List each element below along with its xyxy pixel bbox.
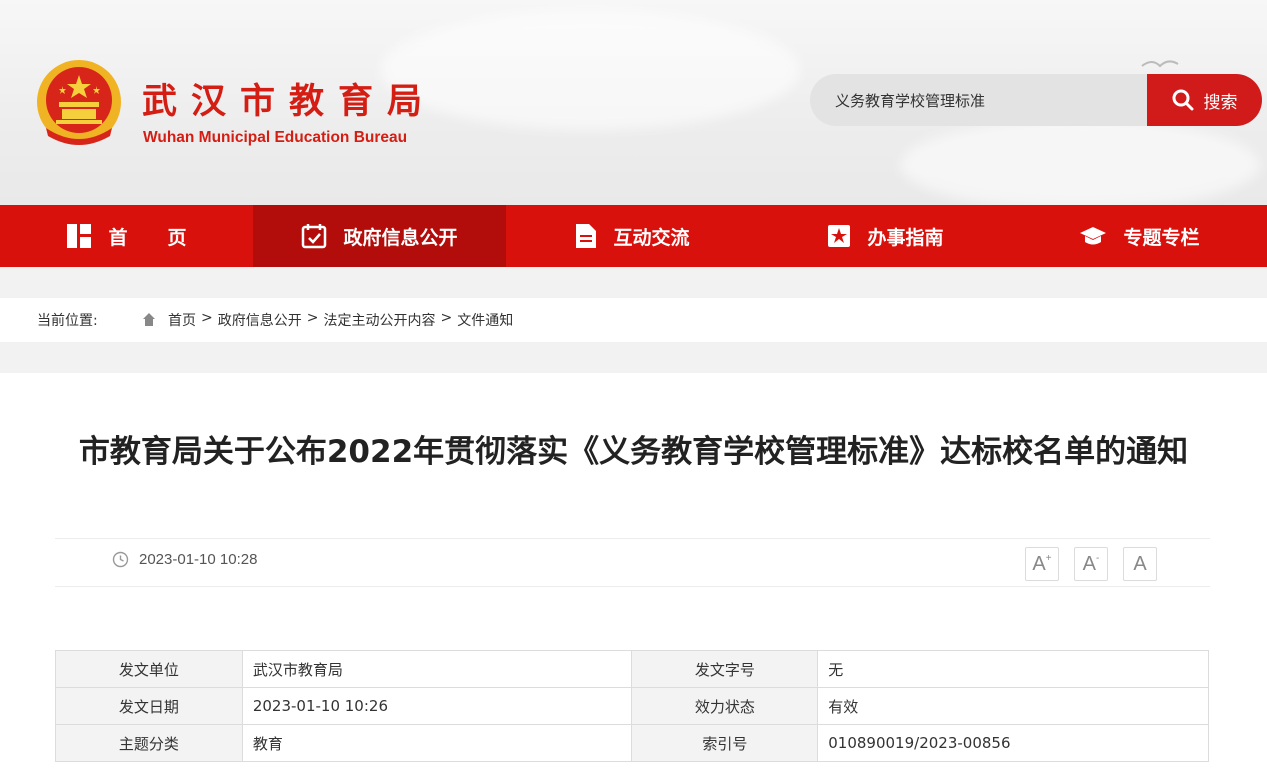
clock-icon (112, 551, 129, 568)
search-input[interactable] (810, 74, 1147, 126)
breadcrumb-link-gov-info[interactable]: 政府信息公开 (218, 310, 302, 330)
article: 市教育局关于公布2022年贯彻落实《义务教育学校管理标准》达标校名单的通知 20… (0, 373, 1267, 780)
info-key: 发文字号 (631, 650, 819, 688)
table-row: 发文日期 2023-01-10 10:26 效力状态 有效 (55, 687, 1209, 725)
nav-item-label: 政府信息公开 (343, 226, 458, 249)
article-title: 市教育局关于公布2022年贯彻落实《义务教育学校管理标准》达标校名单的通知 (78, 434, 1189, 470)
breadcrumb: 当前位置: 首页 > 政府信息公开 > 法定主动公开内容 > 文件通知 (0, 298, 1267, 342)
search-box: 搜索 (810, 74, 1262, 126)
nav-item-service-guide[interactable]: 办事指南 (759, 205, 1012, 267)
plus-icon: + (1045, 552, 1052, 564)
site-logo-chinese[interactable]: 武汉市教育局 (142, 73, 436, 124)
article-meta-bar: 2023-01-10 10:28 A + A- A (55, 538, 1210, 587)
background-cloud (900, 120, 1260, 205)
font-decrease-label: A (1082, 552, 1096, 575)
info-value: 无 (817, 650, 1209, 688)
table-row: 发文单位 武汉市教育局 发文字号 无 (55, 650, 1209, 688)
document-icon (576, 224, 597, 248)
search-button-label: 搜索 (1203, 92, 1238, 113)
info-key: 效力状态 (631, 687, 819, 725)
graduation-cap-icon (1080, 227, 1107, 245)
font-decrease-button[interactable]: A- (1074, 547, 1108, 581)
info-value: 武汉市教育局 (241, 650, 633, 688)
breadcrumb-separator: > (201, 310, 213, 326)
info-value: 有效 (817, 687, 1209, 725)
site-logo-english: Wuhan Municipal Education Bureau (143, 129, 408, 146)
info-value: 2023-01-10 10:26 (241, 687, 633, 725)
font-reset-label: A (1133, 552, 1147, 575)
document-info-table: 发文单位 武汉市教育局 发文字号 无 发文日期 2023-01-10 10:26… (55, 650, 1209, 762)
bird-decoration-icon (1141, 60, 1179, 68)
nav-item-label: 首页 (108, 226, 227, 249)
table-row: 主题分类 教育 索引号 010890019/2023-00856 (55, 724, 1209, 762)
nav-item-label: 互动交流 (613, 226, 690, 249)
search-icon (1172, 89, 1193, 111)
dashboard-icon (67, 224, 92, 248)
font-increase-button[interactable]: A + (1025, 547, 1059, 581)
info-key: 索引号 (631, 724, 819, 762)
breadcrumb-label: 当前位置: (37, 313, 98, 329)
nav-item-special-topics[interactable]: 专题专栏 (1012, 205, 1267, 267)
info-value: 010890019/2023-00856 (817, 724, 1209, 762)
main-nav: 首页 政府信息公开 互动交流 办事指南 专题专栏 (0, 205, 1267, 267)
site-header: 武汉市教育局 Wuhan Municipal Education Bureau … (0, 0, 1267, 205)
info-key: 发文单位 (55, 650, 243, 688)
nav-item-label: 办事指南 (867, 226, 944, 249)
home-icon (143, 313, 155, 326)
nav-item-label: 专题专栏 (1123, 226, 1200, 249)
calendar-check-icon (302, 224, 327, 249)
breadcrumb-separator: > (306, 310, 319, 326)
info-key: 主题分类 (55, 724, 243, 762)
font-increase-label: A (1032, 552, 1046, 575)
bookmark-star-icon (828, 225, 851, 247)
info-value: 教育 (241, 724, 633, 762)
national-emblem-icon (37, 60, 121, 145)
breadcrumb-separator: > (440, 310, 453, 326)
minus-icon: - (1096, 552, 1100, 564)
breadcrumb-link-statutory[interactable]: 法定主动公开内容 (323, 310, 435, 330)
nav-item-gov-info[interactable]: 政府信息公开 (253, 205, 506, 267)
nav-item-interaction[interactable]: 互动交流 (506, 205, 759, 267)
nav-item-home[interactable]: 首页 (0, 205, 253, 267)
breadcrumb-link-notices[interactable]: 文件通知 (457, 310, 513, 330)
info-key: 发文日期 (55, 687, 243, 725)
publish-time: 2023-01-10 10:28 (139, 551, 258, 568)
background-cloud (380, 10, 800, 130)
search-button[interactable]: 搜索 (1147, 74, 1262, 126)
font-reset-button[interactable]: A (1123, 547, 1157, 581)
breadcrumb-link-home[interactable]: 首页 (168, 310, 196, 330)
